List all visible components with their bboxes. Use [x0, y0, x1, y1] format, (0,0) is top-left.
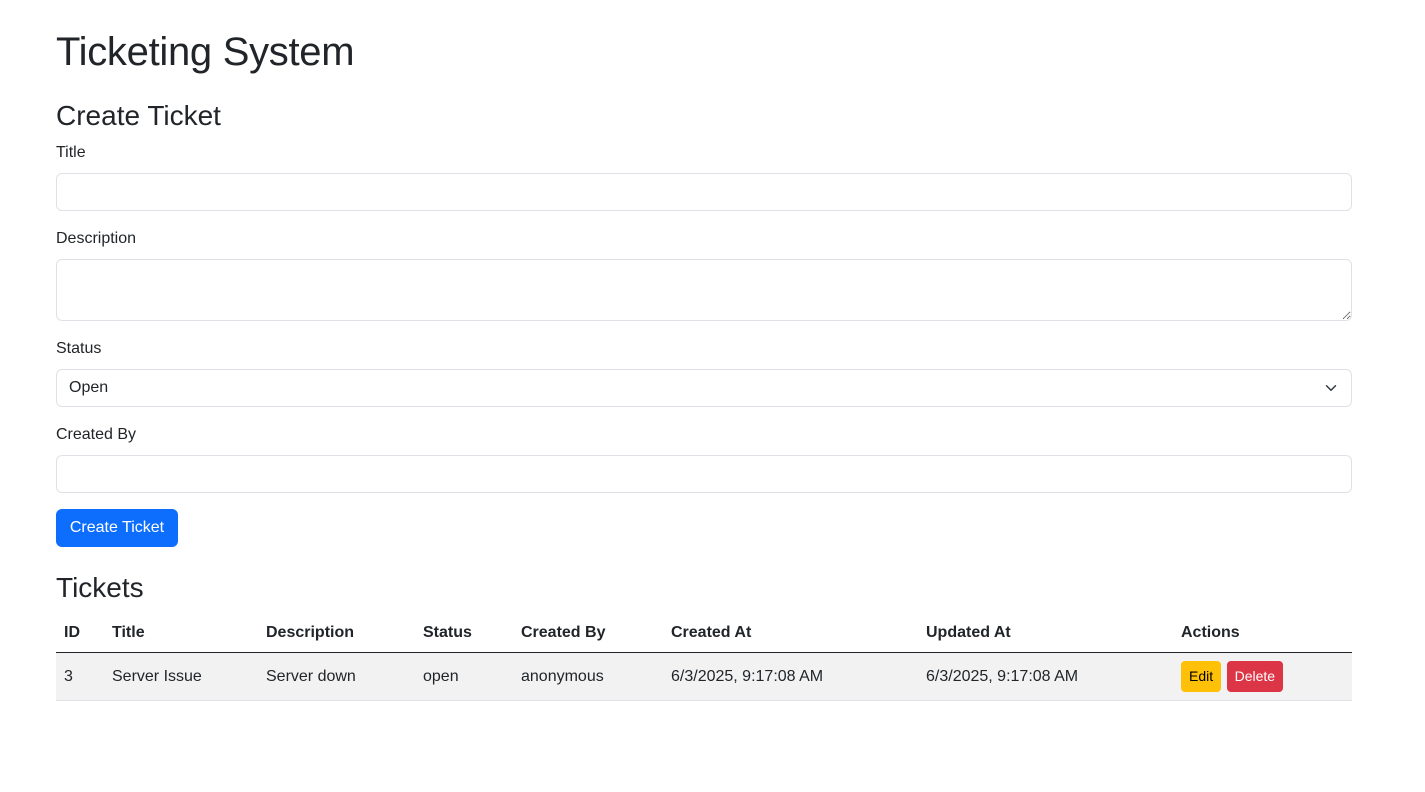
chevron-down-icon: [1325, 385, 1337, 391]
page-title: Ticketing System: [56, 30, 355, 74]
table-row: 3 Server Issue Server down open anonymou…: [56, 652, 1352, 701]
column-header-id: ID: [56, 613, 104, 653]
column-header-title: Title: [104, 613, 258, 653]
cell-created-at: 6/3/2025, 9:17:08 AM: [663, 652, 918, 701]
table-header-row: ID Title Description Status Created By C…: [56, 613, 1352, 653]
edit-button[interactable]: Edit: [1181, 661, 1222, 692]
cell-description: Server down: [258, 652, 415, 701]
cell-actions: Edit Delete: [1173, 652, 1352, 701]
status-select[interactable]: Open: [56, 369, 1352, 407]
column-header-status: Status: [415, 613, 513, 653]
description-textarea[interactable]: [56, 259, 1352, 321]
column-header-created-at: Created At: [663, 613, 918, 653]
description-label: Description: [56, 230, 137, 247]
status-label: Status: [56, 340, 102, 357]
cell-created-by: anonymous: [513, 652, 663, 701]
cell-title: Server Issue: [104, 652, 258, 701]
created-by-input[interactable]: [56, 455, 1352, 493]
created-by-label: Created By: [56, 426, 137, 443]
title-input[interactable]: [56, 173, 1352, 211]
cell-updated-at: 6/3/2025, 9:17:08 AM: [918, 652, 1173, 701]
column-header-actions: Actions: [1173, 613, 1352, 653]
create-ticket-button[interactable]: Create Ticket: [56, 509, 178, 547]
delete-button[interactable]: Delete: [1226, 661, 1284, 692]
column-header-updated-at: Updated At: [918, 613, 1173, 653]
tickets-table: ID Title Description Status Created By C…: [56, 613, 1352, 701]
column-header-created-by: Created By: [513, 613, 663, 653]
cell-status: open: [415, 652, 513, 701]
title-label: Title: [56, 144, 86, 161]
cell-id: 3: [56, 652, 104, 701]
create-ticket-heading: Create Ticket: [56, 100, 221, 131]
column-header-description: Description: [258, 613, 415, 653]
status-selected-value: Open: [69, 379, 109, 396]
tickets-heading: Tickets: [56, 572, 144, 603]
